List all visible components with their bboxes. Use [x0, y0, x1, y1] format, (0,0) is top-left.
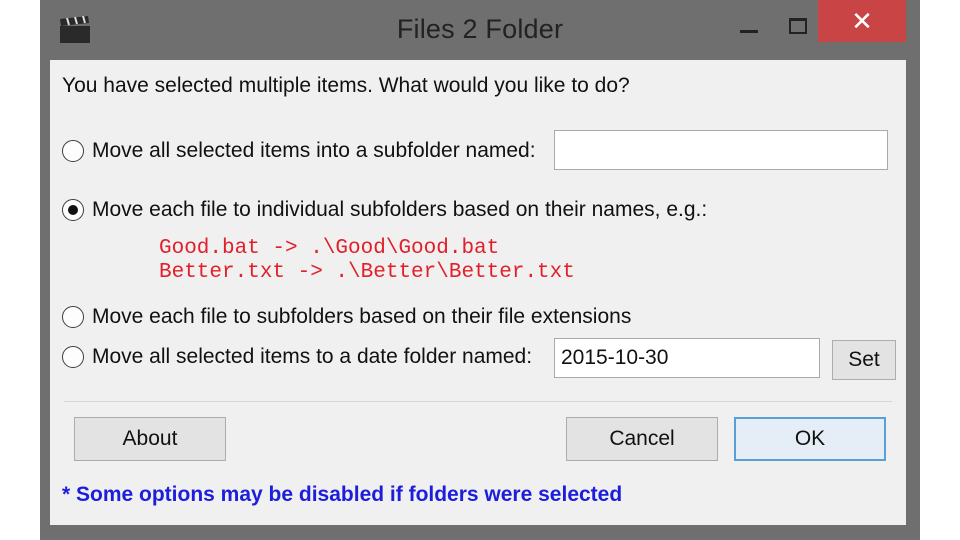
- radio-subfolder-named[interactable]: [62, 140, 84, 162]
- cancel-button[interactable]: Cancel: [566, 417, 718, 461]
- maximize-button[interactable]: [780, 14, 814, 46]
- close-button[interactable]: ✕: [818, 0, 906, 42]
- radio-individual-subfolders[interactable]: [62, 199, 84, 221]
- option-subfolder-named-label[interactable]: Move all selected items into a subfolder…: [92, 139, 536, 163]
- option-date-folder-label[interactable]: Move all selected items to a date folder…: [92, 345, 532, 369]
- prompt-text: You have selected multiple items. What w…: [62, 74, 630, 97]
- title-bar[interactable]: Files 2 Folder ✕: [40, 0, 920, 60]
- close-icon: ✕: [851, 6, 873, 36]
- separator: [64, 401, 892, 402]
- date-folder-input[interactable]: [554, 338, 820, 378]
- example-line-2: Better.txt -> .\Better\Better.txt: [159, 261, 575, 284]
- radio-file-extensions[interactable]: [62, 306, 84, 328]
- dialog-window: Files 2 Folder ✕ You have selected multi…: [40, 0, 920, 540]
- about-button[interactable]: About: [74, 417, 226, 461]
- radio-date-folder[interactable]: [62, 346, 84, 368]
- ok-button[interactable]: OK: [734, 417, 886, 461]
- footnote: * Some options may be disabled if folder…: [62, 483, 623, 506]
- subfolder-name-input[interactable]: [554, 130, 888, 170]
- option-individual-subfolders-label[interactable]: Move each file to individual subfolders …: [92, 198, 707, 222]
- option-file-extensions-label[interactable]: Move each file to subfolders based on th…: [92, 305, 631, 329]
- example-line-1: Good.bat -> .\Good\Good.bat: [159, 237, 500, 260]
- set-date-button[interactable]: Set: [832, 340, 896, 380]
- dialog-content: You have selected multiple items. What w…: [50, 60, 906, 525]
- minimize-button[interactable]: [732, 14, 766, 46]
